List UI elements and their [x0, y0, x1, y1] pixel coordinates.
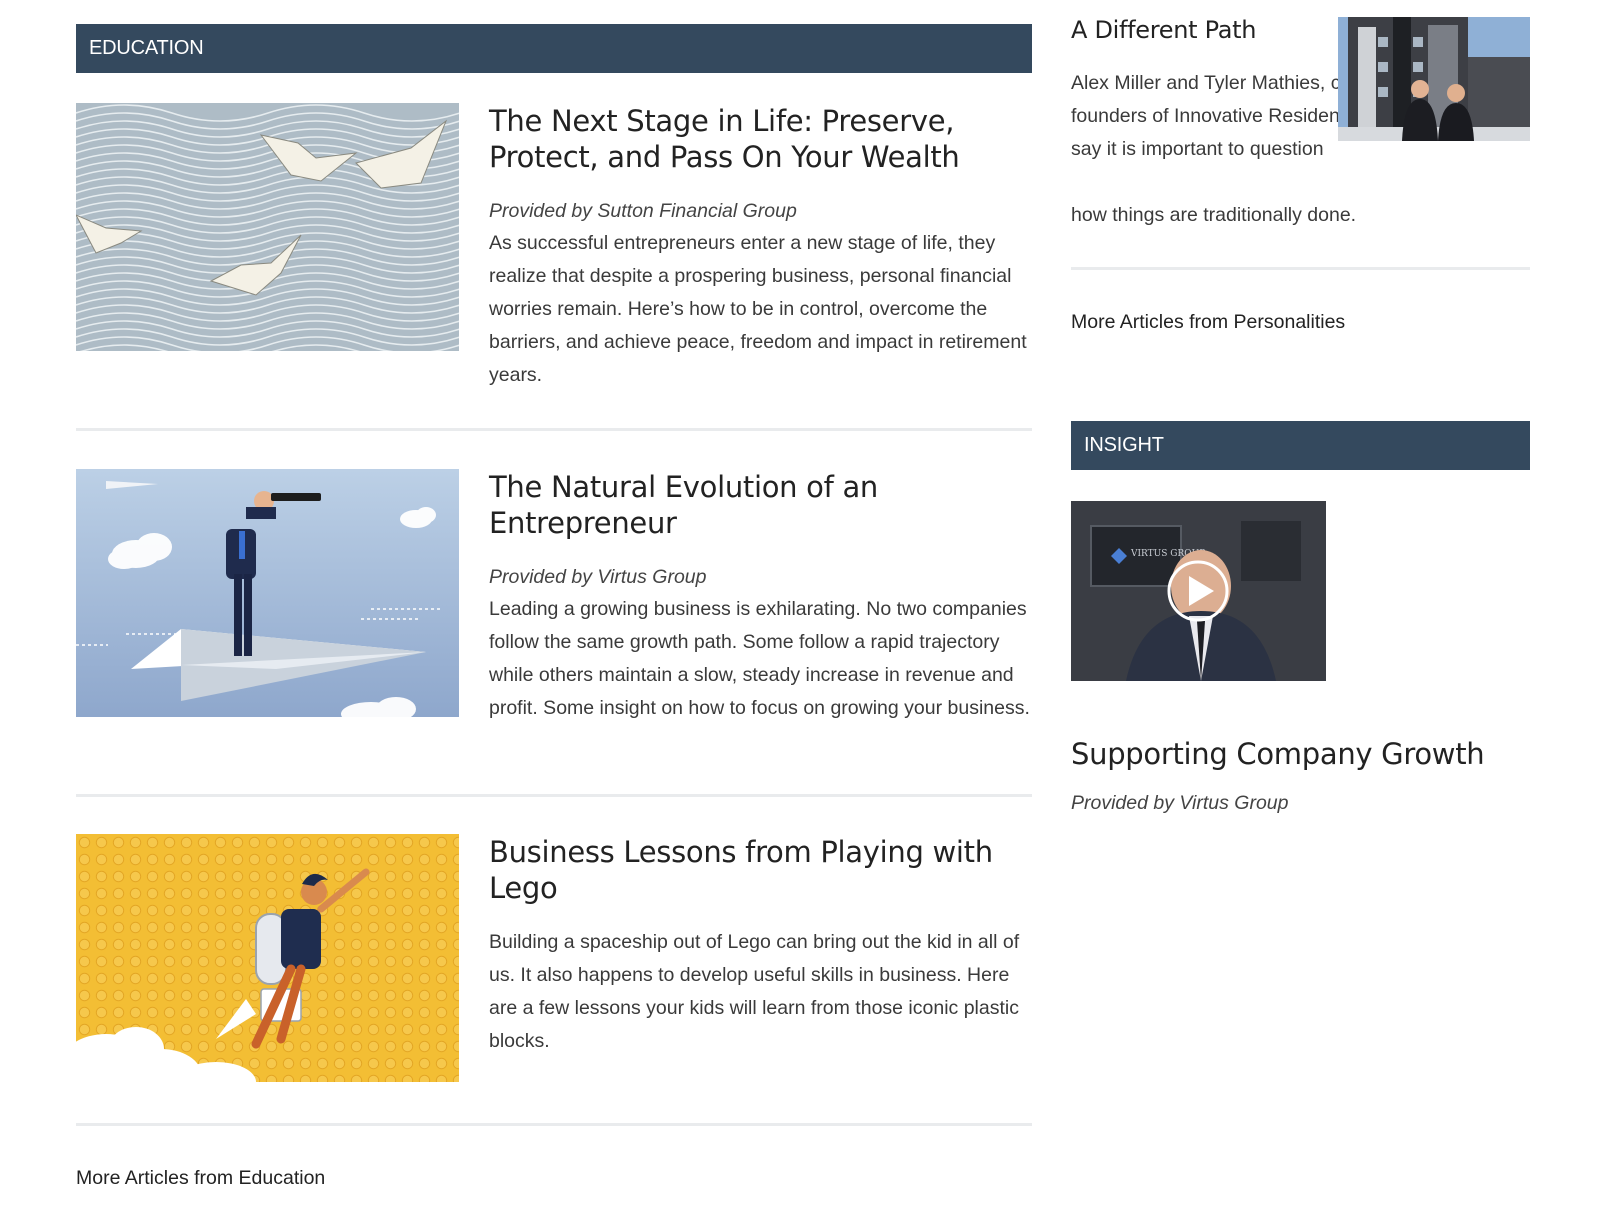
insight-provider: Provided by Virtus Group — [1071, 792, 1289, 814]
insight-video-thumbnail[interactable]: VIRTUS GROUP — [1071, 501, 1326, 681]
personalities-excerpt-tail: how things are traditionally done. — [1071, 204, 1357, 226]
education-section-header: EDUCATION — [76, 24, 1032, 73]
article-body: Business Lessons from Playing with Lego … — [489, 834, 1032, 1058]
article-thumbnail-paper-boats[interactable] — [76, 103, 459, 351]
paper-boats-illustration — [76, 103, 459, 351]
article-excerpt: As successful entrepreneurs enter a new … — [489, 232, 1027, 386]
article-title[interactable]: The Natural Evolution of an Entrepreneur — [489, 469, 1032, 541]
article-excerpt: Leading a growing business is exhilarati… — [489, 598, 1030, 719]
divider — [1071, 267, 1530, 270]
article-title[interactable]: Business Lessons from Playing with Lego — [489, 834, 1032, 906]
article-title[interactable]: The Next Stage in Life: Preserve, Protec… — [489, 103, 1032, 175]
personalities-thumbnail[interactable] — [1338, 17, 1530, 141]
play-icon[interactable] — [1071, 501, 1326, 681]
personalities-excerpt: Alex Miller and Tyler Mathies, co-founde… — [1071, 72, 1371, 160]
divider — [76, 794, 1032, 797]
businessman-paper-plane-illustration — [76, 469, 459, 717]
personalities-article-title[interactable]: A Different Path — [1071, 16, 1256, 44]
article-body: The Natural Evolution of an Entrepreneur… — [489, 469, 1032, 725]
article-thumbnail-jetpack[interactable] — [76, 834, 459, 1082]
divider — [76, 428, 1032, 431]
article-provider: Provided by Virtus Group — [489, 566, 707, 588]
article-excerpt: Building a spaceship out of Lego can bri… — [489, 931, 1020, 1052]
co-founders-photo — [1338, 17, 1530, 141]
more-personalities-link[interactable]: More Articles from Personalities — [1071, 311, 1345, 334]
divider — [76, 1123, 1032, 1126]
insight-article-title[interactable]: Supporting Company Growth — [1071, 737, 1485, 771]
article-provider: Provided by Sutton Financial Group — [489, 200, 797, 222]
more-education-link[interactable]: More Articles from Education — [76, 1167, 325, 1190]
jetpack-businesswoman-illustration — [76, 834, 459, 1082]
article-thumbnail-paper-plane[interactable] — [76, 469, 459, 717]
article-body: The Next Stage in Life: Preserve, Protec… — [489, 103, 1032, 392]
insight-section-header: INSIGHT — [1071, 421, 1530, 470]
